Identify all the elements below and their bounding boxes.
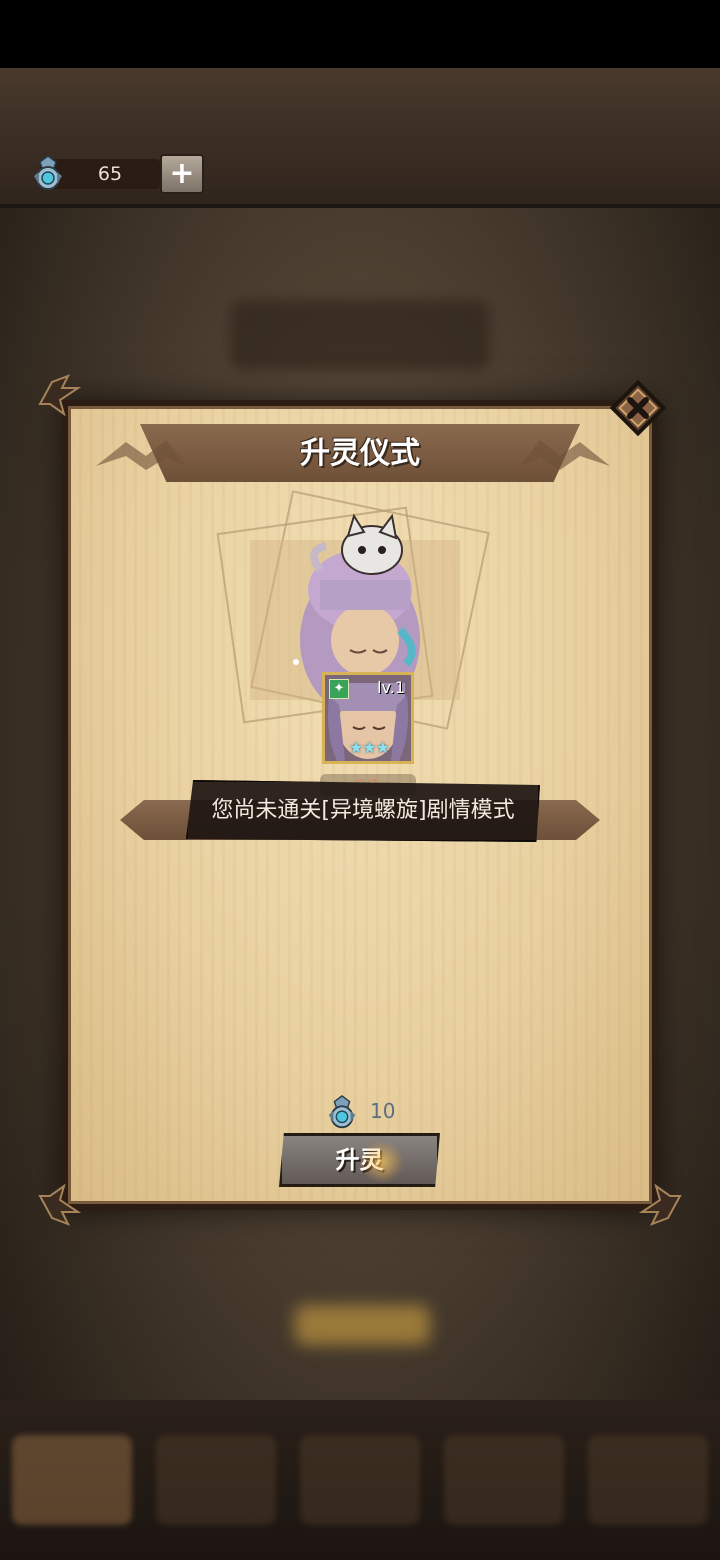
bottom-nav-tab[interactable] — [300, 1435, 420, 1525]
soul-crystal-icon — [328, 1095, 356, 1129]
add-resource-button[interactable]: + — [160, 154, 204, 194]
star-rating: ★★★ — [349, 738, 390, 757]
hero-card[interactable]: ✦ lv.1 ★★★ — [322, 672, 414, 764]
class-badge-icon: ✦ — [329, 679, 349, 699]
bottom-nav-tab[interactable] — [156, 1435, 276, 1525]
bottom-nav-tab[interactable] — [588, 1435, 708, 1525]
ascend-button[interactable]: 升灵 — [279, 1133, 440, 1187]
bottom-nav-tab[interactable] — [444, 1435, 564, 1525]
background-title-blur — [230, 300, 490, 370]
status-bar-area — [0, 0, 720, 68]
title-ornament-icon — [96, 440, 186, 470]
cost-row: 10 — [324, 1092, 464, 1132]
cost-amount: 10 — [370, 1099, 396, 1123]
bottom-nav-tab[interactable] — [12, 1435, 132, 1525]
corner-ornament-icon — [638, 1183, 682, 1226]
resource-amount: 65 — [97, 163, 123, 185]
resource-bar: 65 + — [0, 140, 720, 208]
background-button-blur — [295, 1305, 430, 1345]
header-strip — [0, 68, 720, 143]
close-icon[interactable] — [606, 376, 670, 440]
toast-message: 您尚未通关[异境螺旋]剧情模式 — [186, 780, 540, 842]
title-ornament-icon — [520, 440, 610, 470]
dialog-title: 升灵仪式 — [300, 436, 420, 471]
corner-ornament-icon — [38, 374, 82, 417]
plus-icon: + — [169, 156, 195, 191]
hero-level: lv.1 — [377, 678, 405, 697]
corner-ornament-icon — [38, 1183, 82, 1226]
bottom-nav-bar — [0, 1400, 720, 1560]
